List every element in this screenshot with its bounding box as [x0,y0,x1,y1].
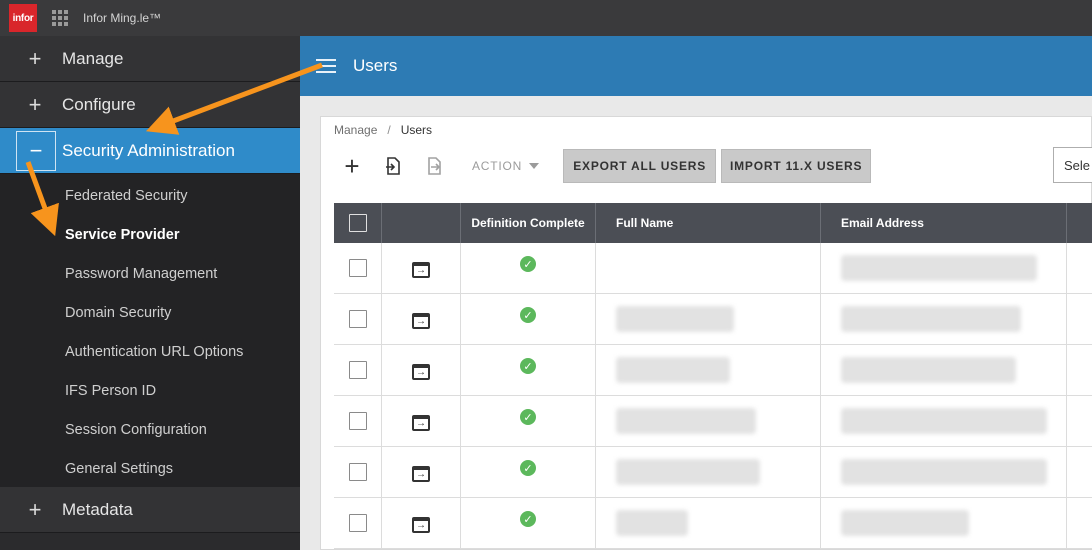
row-checkbox[interactable] [348,361,367,379]
hamburger-menu-icon[interactable] [316,59,336,73]
header-definition-complete[interactable]: Definition Complete [461,203,596,243]
email-cell-redacted [841,408,1047,434]
full-name-cell-redacted [616,459,760,485]
email-cell-redacted [841,255,1037,281]
table-body: → ✓ → ✓ → ✓ → ✓ → ✓ → ✓ [334,243,1092,549]
drilldown-icon[interactable]: → [412,517,430,533]
header-drilldown [382,203,461,243]
page-header: Users [300,36,1092,96]
toolbar: + ACTION EXPORT ALL USERS IMPORT 11.X US… [321,147,1092,185]
breadcrumb-manage[interactable]: Manage [334,123,377,137]
check-circle-icon: ✓ [520,511,536,527]
full-name-cell-redacted [616,510,688,536]
table-row[interactable]: → ✓ [334,396,1092,447]
check-circle-icon: ✓ [520,256,536,272]
drilldown-icon[interactable]: → [412,466,430,482]
row-checkbox[interactable] [348,412,367,430]
infor-logo[interactable]: infor [9,4,37,32]
submenu-password-management[interactable]: Password Management [0,254,300,293]
header-next-column [1067,203,1092,243]
sidebar: + Manage + Configure − Security Administ… [0,36,300,550]
submenu-domain-security[interactable]: Domain Security [0,293,300,332]
row-checkbox[interactable] [348,259,367,277]
drilldown-icon[interactable]: → [412,262,430,278]
row-checkbox[interactable] [348,310,367,328]
table-row[interactable]: → ✓ [334,345,1092,396]
export-icon[interactable] [423,155,445,177]
app-grid-icon[interactable] [52,10,68,26]
sidebar-item-label: Security Administration [62,140,235,160]
select-all-checkbox[interactable] [348,214,367,232]
submenu-ifs-person-id[interactable]: IFS Person ID [0,371,300,410]
full-name-cell-redacted [616,357,730,383]
breadcrumb-current: Users [400,123,433,137]
breadcrumb: Manage / Users [334,123,432,137]
email-cell-redacted [841,357,1016,383]
check-circle-icon: ✓ [520,460,536,476]
top-bar: infor Infor Ming.le™ [0,0,1092,36]
table-row[interactable]: → ✓ [334,498,1092,549]
row-checkbox[interactable] [348,514,367,532]
plus-icon: + [28,496,42,522]
header-email-address[interactable]: Email Address [821,203,1067,243]
sidebar-item-label: Manage [62,48,124,68]
table-row[interactable]: → ✓ [334,447,1092,498]
submenu-authentication-url-options[interactable]: Authentication URL Options [0,332,300,371]
add-icon[interactable]: + [341,151,363,181]
app-title: Infor Ming.le™ [83,11,162,25]
content-panel: Manage / Users + ACTION EXPORT ALL USERS… [320,116,1092,550]
submenu-federated-security[interactable]: Federated Security [0,176,300,215]
header-full-name[interactable]: Full Name [596,203,821,243]
plus-icon: + [28,91,42,117]
email-cell-redacted [841,510,969,536]
sidebar-item-label: Metadata [62,499,133,519]
email-cell-redacted [841,459,1047,485]
sidebar-item-label: Configure [62,94,136,114]
breadcrumb-separator: / [387,123,391,137]
filter-select[interactable]: Sele [1053,147,1092,183]
submenu-session-configuration[interactable]: Session Configuration [0,410,300,449]
plus-icon: + [28,45,42,71]
drilldown-icon[interactable]: → [412,313,430,329]
drilldown-icon[interactable]: → [412,415,430,431]
full-name-cell-redacted [616,408,756,434]
sidebar-item-security-administration[interactable]: − Security Administration [0,128,300,174]
check-circle-icon: ✓ [520,358,536,374]
full-name-cell-redacted [616,306,734,332]
table-header: Definition Complete Full Name Email Addr… [334,203,1092,243]
table-row[interactable]: → ✓ [334,243,1092,294]
table-row[interactable]: → ✓ [334,294,1092,345]
security-submenu: Federated Security Service Provider Pass… [0,174,300,488]
check-circle-icon: ✓ [520,409,536,425]
check-circle-icon: ✓ [520,307,536,323]
sidebar-item-manage[interactable]: + Manage [0,36,300,82]
chevron-down-icon [529,163,540,169]
sidebar-item-metadata[interactable]: + Metadata [0,487,300,533]
row-checkbox[interactable] [348,463,367,481]
export-all-users-button[interactable]: EXPORT ALL USERS [563,149,717,183]
action-label: ACTION [472,159,523,173]
action-dropdown[interactable]: ACTION [472,159,540,173]
collapse-icon[interactable]: − [16,130,56,171]
submenu-service-provider[interactable]: Service Provider [0,215,300,254]
submenu-general-settings[interactable]: General Settings [0,449,300,488]
sidebar-item-configure[interactable]: + Configure [0,82,300,128]
drilldown-icon[interactable]: → [412,364,430,380]
import-icon[interactable] [382,155,404,177]
email-cell-redacted [841,306,1021,332]
users-table: Definition Complete Full Name Email Addr… [334,203,1092,549]
page-title: Users [353,56,398,75]
import-users-button[interactable]: IMPORT 11.X USERS [721,149,872,183]
